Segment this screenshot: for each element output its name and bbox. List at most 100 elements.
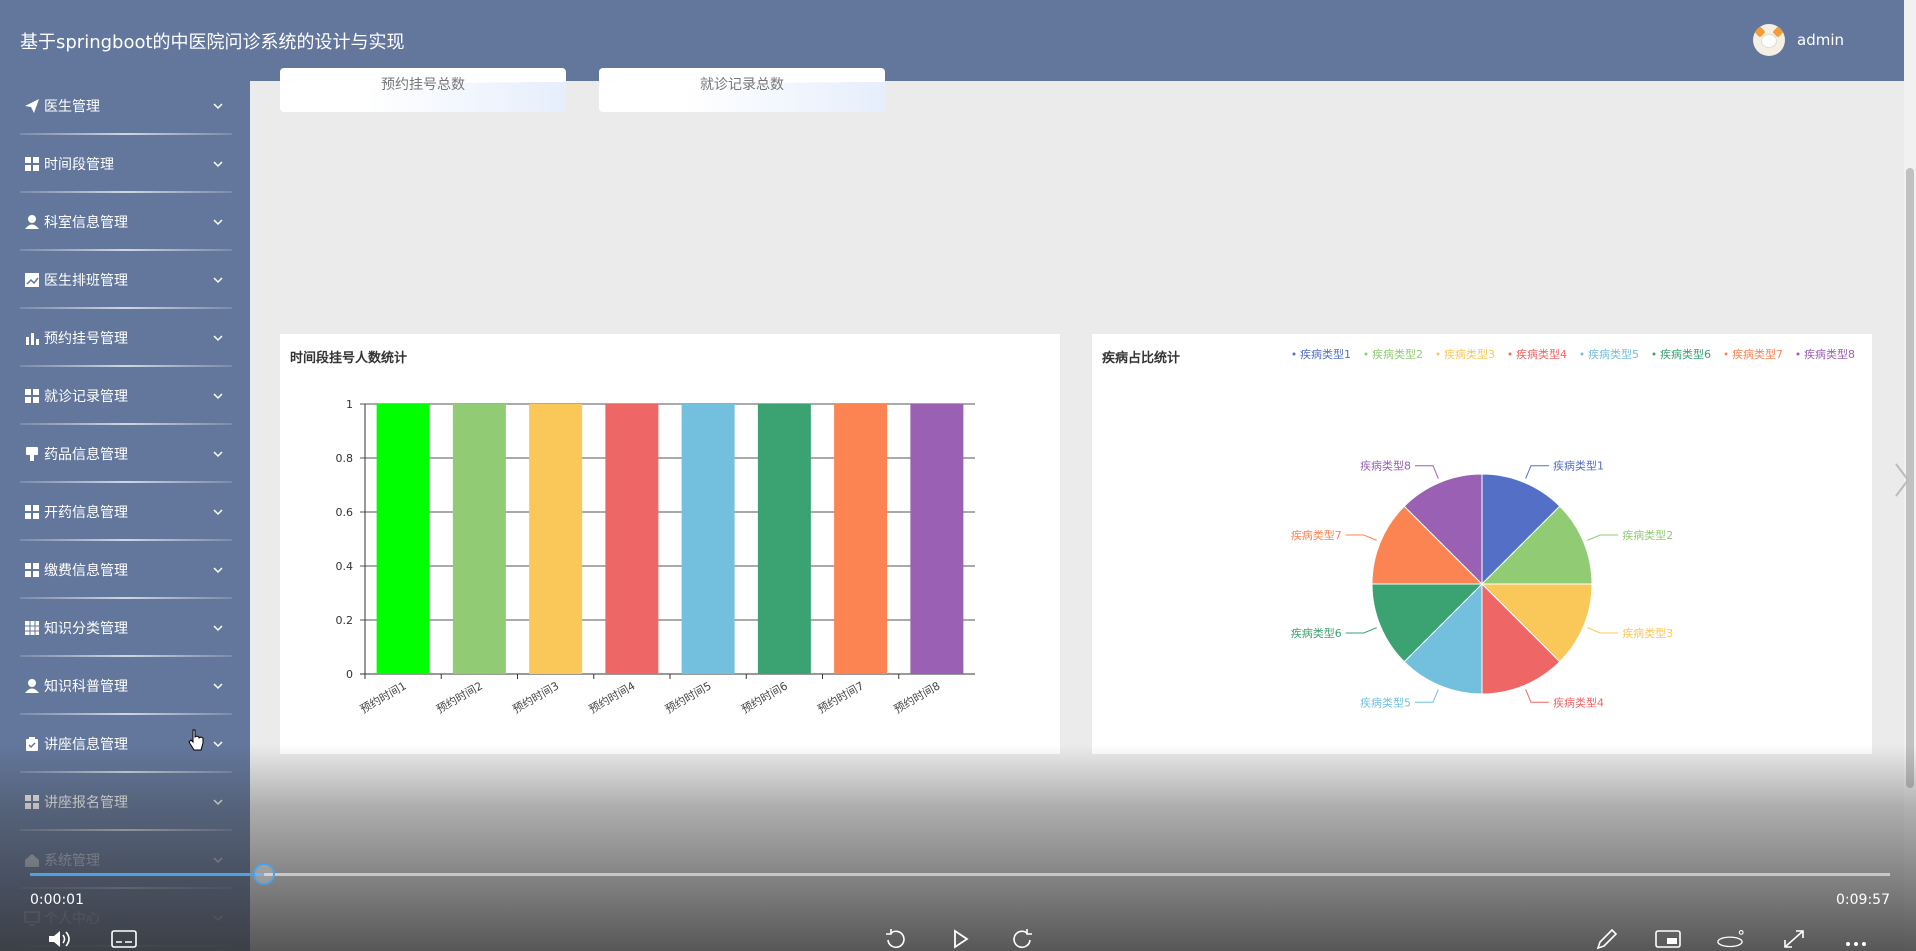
mouse-cursor-icon bbox=[188, 729, 204, 751]
sidebar-item-8[interactable]: 开药信息管理 bbox=[0, 483, 250, 541]
legend-marker bbox=[1292, 352, 1296, 356]
chevron-down-icon bbox=[213, 161, 223, 168]
label-leader-line bbox=[1525, 689, 1549, 703]
chevron-down-icon bbox=[213, 625, 223, 632]
sidebar-item-10[interactable]: 知识分类管理 bbox=[0, 599, 250, 657]
label-leader-line bbox=[1587, 534, 1619, 541]
sidebar-item-3[interactable]: 科室信息管理 bbox=[0, 193, 250, 251]
avatar-face bbox=[1761, 34, 1777, 48]
more-options-icon[interactable] bbox=[1842, 928, 1870, 950]
app-title: 基于springboot的中医院问诊系统的设计与实现 bbox=[20, 31, 405, 53]
sidebar-item-label: 医生排班管理 bbox=[44, 273, 128, 289]
avatar[interactable] bbox=[1753, 24, 1785, 56]
legend-item[interactable]: 疾病类型8 bbox=[1804, 347, 1855, 361]
stat-card-label: 预约挂号总数 bbox=[381, 77, 465, 93]
video-progress-bar[interactable] bbox=[30, 863, 1890, 885]
y-tick-label: 1 bbox=[346, 398, 353, 411]
legend-item[interactable]: 疾病类型3 bbox=[1444, 347, 1495, 361]
bar-chart-panel: 时间段挂号人数统计 0 0.2 0.4 0.6 0.8 1 预约时间1 预约时间2 预约时间3 预… bbox=[280, 334, 1060, 754]
legend-marker bbox=[1796, 352, 1800, 356]
current-time: 0:00:01 bbox=[30, 892, 84, 908]
y-tick-label: 0.6 bbox=[336, 506, 354, 519]
sidebar-item-2[interactable]: 时间段管理 bbox=[0, 135, 250, 193]
sidebar-item-5[interactable]: 预约挂号管理 bbox=[0, 309, 250, 367]
x-tick-label: 预约时间6 bbox=[739, 679, 790, 716]
chevron-down-icon bbox=[213, 683, 223, 690]
sidebar-item-7[interactable]: 药品信息管理 bbox=[0, 425, 250, 483]
next-arrow-icon[interactable] bbox=[1890, 460, 1914, 500]
legend-item[interactable]: 疾病类型1 bbox=[1300, 347, 1351, 361]
sidebar-item-label: 科室信息管理 bbox=[44, 215, 128, 231]
pie-label: 疾病类型6 bbox=[1291, 626, 1342, 640]
legend-marker bbox=[1436, 352, 1440, 356]
volume-icon[interactable] bbox=[46, 928, 74, 950]
subtitles-icon[interactable] bbox=[110, 928, 138, 950]
bar[interactable] bbox=[452, 404, 506, 674]
pie-label: 疾病类型4 bbox=[1553, 695, 1604, 709]
bar[interactable] bbox=[834, 404, 888, 674]
sidebar-item-label: 开药信息管理 bbox=[44, 505, 128, 521]
pie-label: 疾病类型1 bbox=[1553, 459, 1604, 473]
sidebar-item-label: 医生管理 bbox=[44, 99, 100, 115]
legend-item[interactable]: 疾病类型4 bbox=[1516, 347, 1567, 361]
fullscreen-icon[interactable] bbox=[1780, 928, 1808, 950]
forward-30-icon[interactable] bbox=[1008, 928, 1036, 950]
chevron-down-icon bbox=[213, 219, 223, 226]
picture-in-picture-icon[interactable] bbox=[1654, 928, 1682, 950]
x-tick-label: 预约时间5 bbox=[663, 679, 714, 716]
pen-icon[interactable] bbox=[1592, 928, 1620, 950]
legend-marker bbox=[1364, 352, 1368, 356]
legend-item[interactable]: 疾病类型7 bbox=[1732, 347, 1783, 361]
bar[interactable] bbox=[757, 404, 811, 674]
play-icon[interactable] bbox=[946, 928, 974, 950]
bar[interactable] bbox=[529, 404, 583, 674]
chevron-down-icon bbox=[213, 567, 223, 574]
sidebar-item-label: 知识科普管理 bbox=[44, 679, 128, 695]
grid-icon bbox=[25, 563, 39, 577]
chevron-down-icon bbox=[213, 451, 223, 458]
sidebar-item-11[interactable]: 知识科普管理 bbox=[0, 657, 250, 715]
sidebar-item-9[interactable]: 缴费信息管理 bbox=[0, 541, 250, 599]
legend-item[interactable]: 疾病类型2 bbox=[1372, 347, 1423, 361]
user-icon bbox=[25, 215, 39, 229]
pie-chart-panel: 疾病占比统计 疾病类型1 疾病类型2 疾病类型3 疾病类型4 疾病类型5 疾病类型6 疾病类… bbox=[1092, 334, 1872, 754]
pie-label: 疾病类型3 bbox=[1622, 626, 1673, 640]
line-chart-icon bbox=[25, 273, 39, 287]
bar[interactable] bbox=[681, 404, 735, 674]
pie-label: 疾病类型2 bbox=[1622, 528, 1673, 542]
sidebar-item-6[interactable]: 就诊记录管理 bbox=[0, 367, 250, 425]
chevron-down-icon bbox=[213, 393, 223, 400]
bar-chart-icon bbox=[26, 333, 39, 345]
video-progress-fill bbox=[30, 873, 265, 876]
username[interactable]: admin bbox=[1797, 31, 1844, 49]
x-tick-label: 预约时间8 bbox=[892, 679, 943, 716]
legend-item[interactable]: 疾病类型5 bbox=[1588, 347, 1639, 361]
bar[interactable] bbox=[910, 404, 964, 674]
bar[interactable] bbox=[605, 404, 659, 674]
paper-plane-icon bbox=[25, 99, 39, 113]
label-leader-line bbox=[1587, 627, 1619, 634]
y-tick-label: 0.8 bbox=[336, 452, 354, 465]
user-icon bbox=[25, 679, 39, 693]
x-tick-label: 预约时间2 bbox=[434, 679, 485, 716]
label-leader-line bbox=[1525, 465, 1549, 479]
bar[interactable] bbox=[376, 404, 430, 674]
bar-chart: 0 0.2 0.4 0.6 0.8 1 预约时间1 预约时间2 预约时间3 预约时间4 预约时间5 预… bbox=[336, 398, 975, 716]
pie-label: 疾病类型7 bbox=[1291, 528, 1342, 542]
grid-icon bbox=[25, 505, 39, 519]
sidebar-item-1[interactable]: 医生管理 bbox=[0, 81, 250, 135]
pie-chart: 疾病类型1 疾病类型2 疾病类型3 疾病类型4 疾病类型5 疾病类型6 疾病类型7 疾病类型8… bbox=[1291, 347, 1855, 709]
legend-item[interactable]: 疾病类型6 bbox=[1660, 347, 1711, 361]
sidebar-item-4[interactable]: 医生排班管理 bbox=[0, 251, 250, 309]
stamp-icon bbox=[26, 447, 38, 461]
pie-label: 疾病类型5 bbox=[1360, 695, 1411, 709]
rewind-10-icon[interactable] bbox=[882, 928, 910, 950]
x-tick-label: 预约时间4 bbox=[587, 679, 638, 716]
x-tick-label: 预约时间7 bbox=[815, 679, 866, 716]
legend-marker bbox=[1508, 352, 1512, 356]
360-view-icon[interactable] bbox=[1716, 928, 1744, 950]
stat-card-appointments: 预约挂号总数 bbox=[280, 68, 566, 112]
user-menu[interactable]: admin bbox=[1753, 24, 1844, 56]
sidebar-item-label: 时间段管理 bbox=[44, 157, 114, 173]
y-tick-label: 0 bbox=[346, 668, 353, 681]
